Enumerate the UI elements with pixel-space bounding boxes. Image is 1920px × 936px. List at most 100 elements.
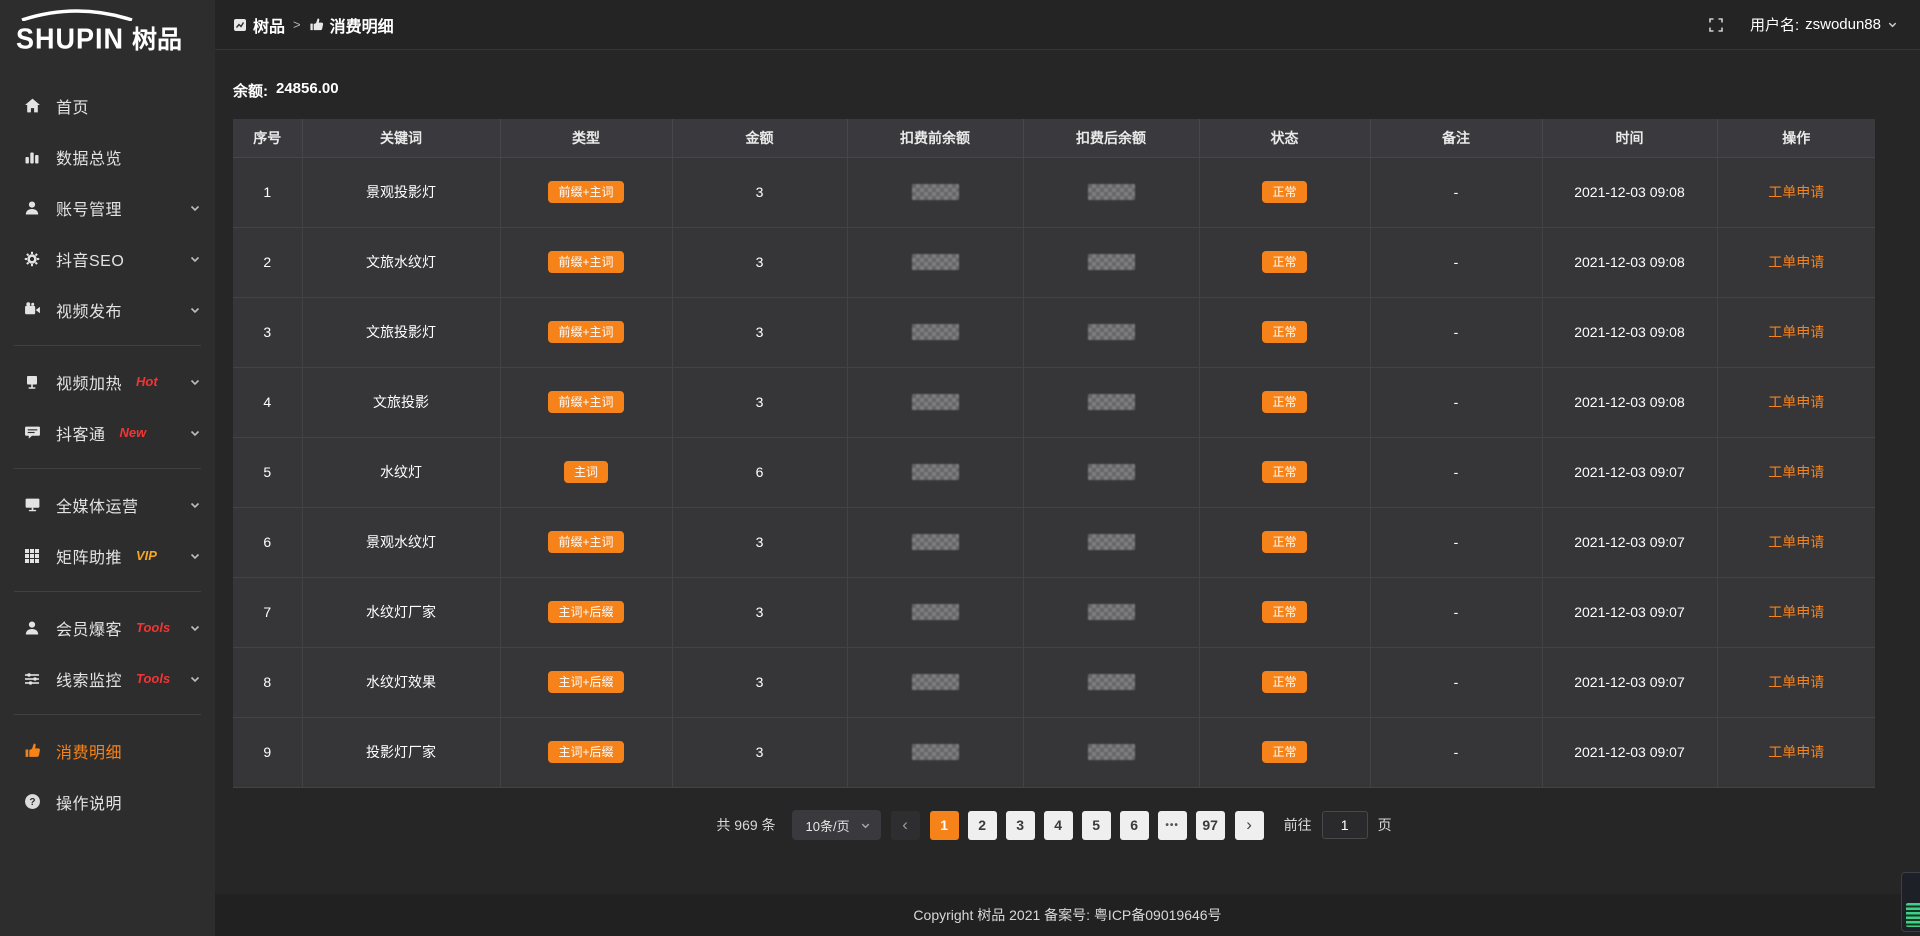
sidebar-item-member-burst[interactable]: 会员爆客 Tools (0, 602, 215, 653)
floating-widget[interactable] (1901, 872, 1920, 932)
next-page-button[interactable]: › (1235, 811, 1264, 840)
page-size-select[interactable]: 10条/页 (792, 810, 881, 840)
sidebar-item-label: 账号管理 (56, 196, 122, 220)
sidebar-item-label: 抖音SEO (56, 247, 124, 271)
page-button-2[interactable]: 2 (968, 811, 997, 840)
user-menu[interactable]: 用户名: zswodun88 (1750, 14, 1898, 35)
masked-value (1088, 604, 1135, 620)
work-order-link[interactable]: 工单申请 (1768, 674, 1824, 690)
sidebar-item-consumption-detail[interactable]: 消费明细 (0, 725, 215, 776)
cell-remark: - (1370, 227, 1542, 297)
sidebar-item-doukotong[interactable]: 抖客通 New (0, 407, 215, 458)
cell-balance-before (847, 647, 1023, 717)
table-body: 1 景观投影灯 前缀+主词 3 正常 - 2021-12-03 09:08 工单… (233, 157, 1875, 787)
sidebar-item-video-heat[interactable]: 视频加热 Hot (0, 356, 215, 407)
sidebar-item-data-overview[interactable]: 数据总览 (0, 131, 215, 182)
sidebar-item-label: 会员爆客 (56, 616, 122, 640)
sidebar-item-media-operation[interactable]: 全媒体运营 (0, 479, 215, 530)
cell-keyword: 景观水纹灯 (302, 507, 500, 577)
cell-time: 2021-12-03 09:07 (1542, 507, 1717, 577)
sidebar-item-matrix-boost[interactable]: 矩阵助推 VIP (0, 530, 215, 581)
page-button-6[interactable]: 6 (1120, 811, 1149, 840)
work-order-link[interactable]: 工单申请 (1768, 464, 1824, 480)
type-badge: 前缀+主词 (548, 251, 623, 273)
cell-balance-before (847, 297, 1023, 367)
type-badge: 前缀+主词 (548, 321, 623, 343)
cell-no: 8 (233, 647, 302, 717)
work-order-link[interactable]: 工单申请 (1768, 324, 1824, 340)
sidebar-item-label: 视频加热 (56, 370, 122, 394)
cell-keyword: 文旅水纹灯 (302, 227, 500, 297)
page-button-3[interactable]: 3 (1006, 811, 1035, 840)
work-order-link[interactable]: 工单申请 (1768, 744, 1824, 760)
pagination-goto: 前往 页 (1284, 811, 1392, 839)
table-row: 4 文旅投影 前缀+主词 3 正常 - 2021-12-03 09:08 工单申… (233, 367, 1875, 437)
cell-remark: - (1370, 297, 1542, 367)
dashboard-icon (233, 18, 247, 32)
question-icon: ? (22, 793, 42, 810)
fullscreen-icon[interactable] (1708, 17, 1724, 33)
breadcrumb-home-label: 树品 (253, 13, 285, 37)
cell-time: 2021-12-03 09:08 (1542, 367, 1717, 437)
cell-amount: 3 (672, 577, 847, 647)
breadcrumb: 树品 > 消费明细 (233, 13, 394, 37)
video-camera-icon (22, 301, 42, 318)
work-order-link[interactable]: 工单申请 (1768, 254, 1824, 270)
col-header-time: 时间 (1542, 119, 1717, 157)
masked-value (1088, 394, 1135, 410)
chevron-down-icon (860, 820, 871, 831)
logo-text-cn: 树品 (132, 20, 182, 56)
copyright-text: Copyright 树品 2021 备案号: 粤ICP备09019646号 (913, 905, 1221, 925)
cell-action: 工单申请 (1717, 577, 1875, 647)
work-order-link[interactable]: 工单申请 (1768, 184, 1824, 200)
page-button-97[interactable]: 97 (1196, 811, 1225, 840)
chevron-down-icon (189, 376, 201, 388)
sidebar-item-video-publish[interactable]: 视频发布 (0, 284, 215, 335)
goto-page-input[interactable] (1322, 811, 1368, 839)
work-order-link[interactable]: 工单申请 (1768, 604, 1824, 620)
cell-no: 4 (233, 367, 302, 437)
cell-keyword: 水纹灯厂家 (302, 577, 500, 647)
cell-keyword: 文旅投影灯 (302, 297, 500, 367)
cell-status: 正常 (1199, 647, 1370, 717)
page-button-5[interactable]: 5 (1082, 811, 1111, 840)
page-button-1[interactable]: 1 (930, 811, 959, 840)
masked-value (912, 464, 959, 480)
cell-balance-after (1023, 647, 1199, 717)
consumption-table: 序号 关键词 类型 金额 扣费前余额 扣费后余额 状态 备注 时间 操作 (233, 119, 1875, 788)
cell-remark: - (1370, 367, 1542, 437)
sidebar-item-clue-monitor[interactable]: 线索监控 Tools (0, 653, 215, 704)
cell-time: 2021-12-03 09:08 (1542, 157, 1717, 227)
type-badge: 前缀+主词 (548, 391, 623, 413)
prev-page-button[interactable]: ‹ (891, 811, 920, 840)
chevron-down-icon (1887, 19, 1898, 30)
cell-action: 工单申请 (1717, 647, 1875, 717)
sidebar: SHUPIN 树品 首页 数据总览 账号管理 (0, 0, 215, 936)
breadcrumb-home[interactable]: 树品 (233, 13, 285, 37)
sidebar-divider (14, 591, 201, 592)
table-row: 3 文旅投影灯 前缀+主词 3 正常 - 2021-12-03 09:08 工单… (233, 297, 1875, 367)
breadcrumb-current-label: 消费明细 (330, 13, 394, 37)
page-button-4[interactable]: 4 (1044, 811, 1073, 840)
sidebar-item-operation-guide[interactable]: ? 操作说明 (0, 776, 215, 827)
chevron-down-icon (189, 304, 201, 316)
cell-amount: 3 (672, 227, 847, 297)
cell-balance-after (1023, 507, 1199, 577)
cell-balance-before (847, 367, 1023, 437)
sidebar-item-account[interactable]: 账号管理 (0, 182, 215, 233)
masked-value (1088, 184, 1135, 200)
new-badge: New (120, 425, 147, 440)
sidebar-item-home[interactable]: 首页 (0, 80, 215, 131)
cell-type: 前缀+主词 (500, 227, 672, 297)
status-badge: 正常 (1262, 181, 1306, 203)
work-order-link[interactable]: 工单申请 (1768, 534, 1824, 550)
work-order-link[interactable]: 工单申请 (1768, 394, 1824, 410)
page-ellipsis-button[interactable]: ••• (1158, 811, 1187, 840)
sidebar-item-douyin-seo[interactable]: 抖音SEO (0, 233, 215, 284)
chat-icon (22, 424, 42, 441)
pagination-total: 共 969 条 (716, 815, 775, 835)
masked-value (912, 184, 959, 200)
sidebar-divider (14, 714, 201, 715)
breadcrumb-current[interactable]: 消费明细 (309, 13, 394, 37)
type-badge: 主词+后缀 (548, 671, 623, 693)
